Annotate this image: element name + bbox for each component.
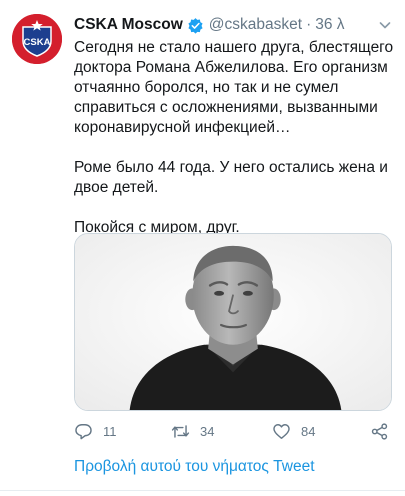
tweet-header: CSKA Moscow @cskabasket · 36 λ xyxy=(74,14,393,36)
cska-logo-icon: CSKA xyxy=(12,14,62,64)
separator-dot: · xyxy=(306,16,312,33)
avatar-text: CSKA xyxy=(24,37,51,48)
retweet-button[interactable]: 34 xyxy=(171,420,214,442)
retweet-icon xyxy=(171,424,190,438)
verified-badge-icon xyxy=(188,17,203,34)
divider xyxy=(0,490,405,491)
display-name[interactable]: CSKA Moscow xyxy=(74,16,183,34)
handle[interactable]: @cskabasket xyxy=(209,16,302,34)
portrait-photo xyxy=(75,234,391,410)
reply-icon xyxy=(75,423,92,439)
like-count: 84 xyxy=(301,423,316,439)
retweet-count: 34 xyxy=(200,423,215,439)
share-icon xyxy=(371,422,388,440)
chevron-down-icon[interactable] xyxy=(377,17,393,33)
tweet-photo[interactable] xyxy=(74,233,392,411)
like-button[interactable]: 84 xyxy=(272,420,315,442)
heart-icon xyxy=(273,423,290,439)
share-button[interactable] xyxy=(370,420,389,442)
timestamp[interactable]: 36 λ xyxy=(315,16,344,34)
avatar[interactable]: CSKA xyxy=(12,14,62,64)
reply-count: 11 xyxy=(103,423,117,439)
tweet-actions: 11 34 84 xyxy=(74,420,392,442)
tweet-paragraph: Сегодня не стало нашего друга, блестящег… xyxy=(74,39,394,136)
tweet-text: Сегодня не стало нашего друга, блестящег… xyxy=(74,38,394,238)
show-thread-link[interactable]: Προβολή αυτού του νήματος Tweet xyxy=(74,458,315,476)
tweet[interactable]: CSKA CSKA Moscow @cskabasket · 36 λ Сего… xyxy=(0,0,405,496)
reply-button[interactable]: 11 xyxy=(74,420,117,442)
tweet-paragraph: Роме было 44 года. У него остались жена … xyxy=(74,159,388,196)
